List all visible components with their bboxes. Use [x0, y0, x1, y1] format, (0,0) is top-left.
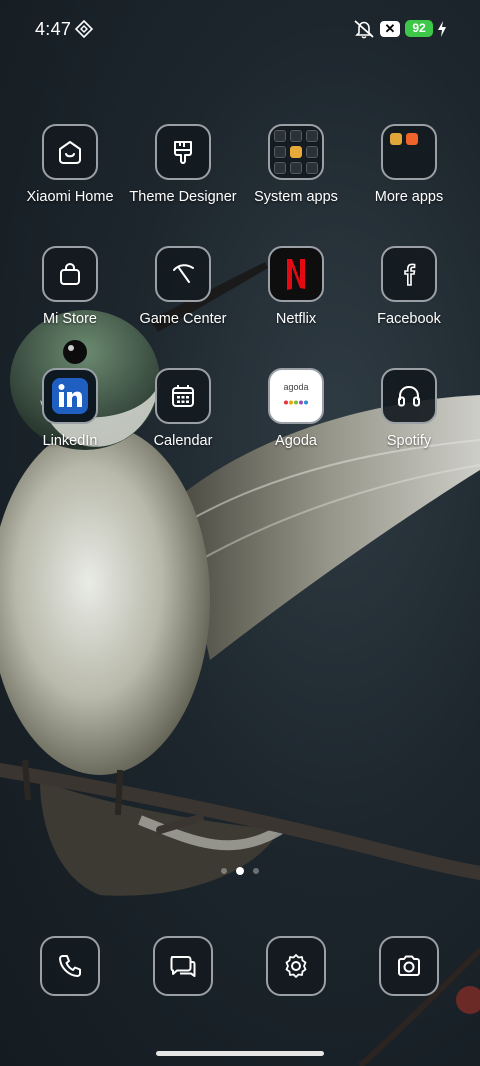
app-xiaomi-home[interactable]: Xiaomi Home — [14, 124, 126, 234]
x-badge-icon: ✕ — [380, 21, 400, 37]
battery-icon: 92 — [405, 20, 433, 37]
folder-system-apps[interactable]: System apps — [240, 124, 352, 234]
brush-icon — [155, 124, 211, 180]
app-game-center[interactable]: Game Center — [127, 246, 239, 356]
agoda-dots-icon — [284, 400, 308, 405]
netflix-icon — [268, 246, 324, 302]
diamond-icon — [75, 20, 93, 38]
page-dot — [221, 868, 227, 874]
folder-icon — [268, 124, 324, 180]
page-dot-active — [236, 867, 244, 875]
app-calendar[interactable]: Calendar — [127, 368, 239, 478]
home-indicator[interactable] — [156, 1051, 324, 1056]
app-label: Game Center — [139, 311, 227, 327]
messages-icon — [153, 936, 213, 996]
app-label: Mi Store — [43, 311, 97, 327]
mute-icon — [354, 20, 374, 39]
phone-icon — [40, 936, 100, 996]
app-linkedin[interactable]: LinkedIn — [14, 368, 126, 478]
settings-icon — [266, 936, 326, 996]
status-time: 4:47 — [35, 19, 72, 39]
app-label: Xiaomi Home — [26, 189, 114, 205]
shopping-bag-icon — [42, 246, 98, 302]
dock-camera[interactable] — [379, 936, 439, 996]
app-theme-designer[interactable]: Theme Designer — [127, 124, 239, 234]
app-label: Netflix — [275, 311, 317, 327]
dock-messages[interactable] — [153, 936, 213, 996]
headphones-icon — [381, 368, 437, 424]
xiaomi-home-icon — [42, 124, 98, 180]
agoda-icon: agoda — [268, 368, 324, 424]
app-facebook[interactable]: Facebook — [353, 246, 465, 356]
calendar-icon — [155, 368, 211, 424]
app-agoda[interactable]: agoda Agoda — [240, 368, 352, 478]
app-label: System apps — [254, 189, 338, 205]
app-label: Calendar — [153, 433, 213, 449]
app-spotify[interactable]: Spotify — [353, 368, 465, 478]
folder-more-apps[interactable]: More apps — [353, 124, 465, 234]
linkedin-icon — [42, 368, 98, 424]
status-bar: 4:47 ✕ 92 — [0, 0, 480, 58]
page-dot — [253, 868, 259, 874]
folder-icon — [381, 124, 437, 180]
dock-settings[interactable] — [266, 936, 326, 996]
agoda-logo-text: agoda — [283, 382, 309, 392]
app-label: Agoda — [275, 433, 317, 449]
charging-bolt-icon — [438, 21, 446, 37]
dock-phone[interactable] — [40, 936, 100, 996]
game-center-icon — [155, 246, 211, 302]
app-netflix[interactable]: Netflix — [240, 246, 352, 356]
camera-icon — [379, 936, 439, 996]
app-mi-store[interactable]: Mi Store — [14, 246, 126, 356]
app-label: More apps — [374, 189, 444, 205]
app-label: LinkedIn — [42, 433, 98, 449]
facebook-icon — [381, 246, 437, 302]
page-indicator — [214, 866, 266, 876]
app-label: Facebook — [377, 311, 441, 327]
app-label: Theme Designer — [129, 189, 237, 205]
app-label: Spotify — [386, 433, 432, 449]
